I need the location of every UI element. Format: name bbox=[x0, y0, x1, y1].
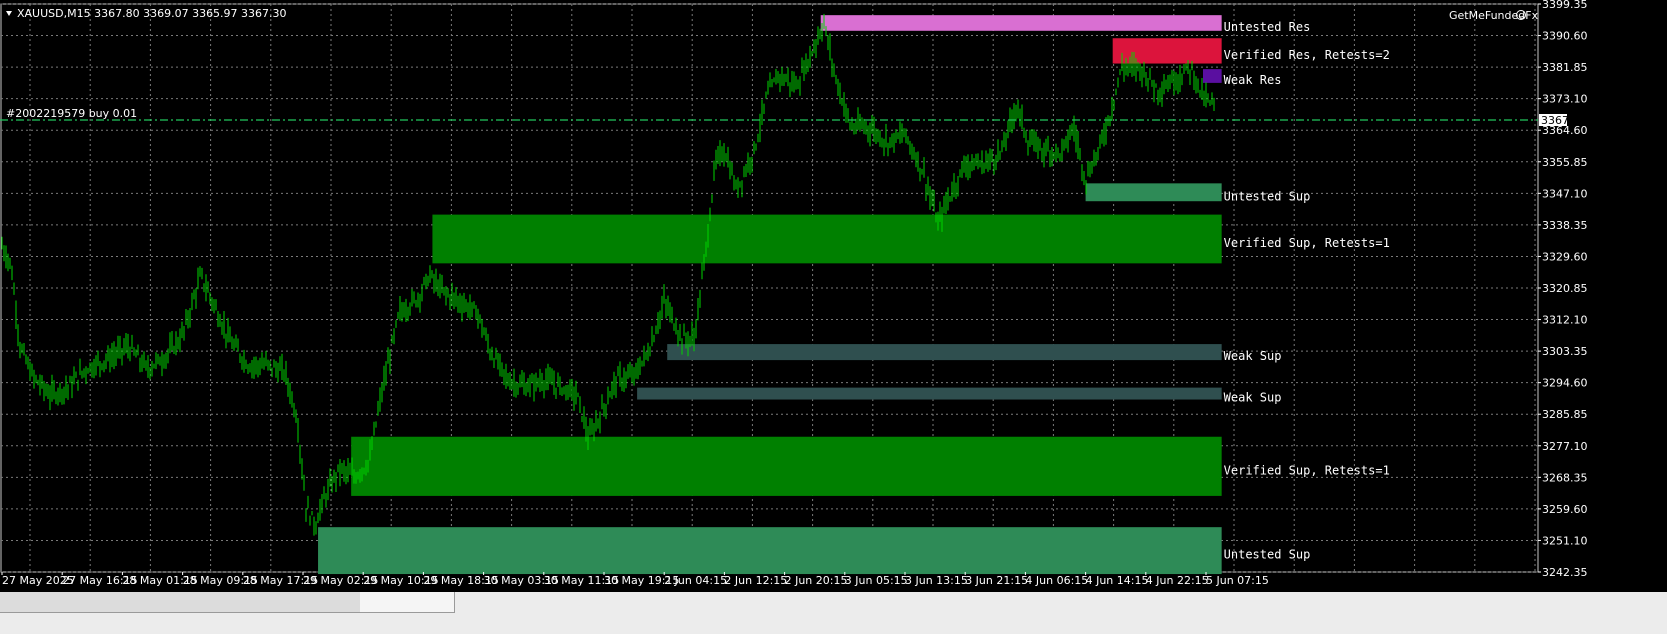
x-tick-label: 3 Jun 21:15 bbox=[965, 574, 1028, 587]
x-tick-label: 2 Jun 20:15 bbox=[785, 574, 848, 587]
y-tick-label: 3294.60 bbox=[1542, 377, 1588, 390]
current-price-label: 3367.30 bbox=[1541, 114, 1587, 127]
x-tick-label: 3 Jun 13:15 bbox=[905, 574, 968, 587]
chart-tab-active[interactable] bbox=[360, 592, 455, 613]
chart-tab[interactable] bbox=[0, 592, 91, 613]
y-tick-label: 3355.85 bbox=[1542, 156, 1588, 169]
zone-label: Weak Res bbox=[1224, 73, 1282, 87]
x-tick-label: 2 Jun 04:15 bbox=[664, 574, 727, 587]
x-tick-label: 4 Jun 06:15 bbox=[1025, 574, 1088, 587]
y-tick-label: 3242.35 bbox=[1542, 566, 1588, 579]
y-tick-label: 3285.85 bbox=[1542, 408, 1588, 421]
y-tick-label: 3338.35 bbox=[1542, 219, 1588, 232]
y-tick-label: 3312.10 bbox=[1542, 314, 1588, 327]
chart-background bbox=[0, 0, 1667, 592]
y-tick-label: 3329.60 bbox=[1542, 250, 1588, 263]
y-tick-label: 3399.35 bbox=[1542, 0, 1588, 11]
order-label: #2002219579 buy 0.01 bbox=[6, 107, 137, 120]
x-tick-label: 3 Jun 05:15 bbox=[845, 574, 908, 587]
zone-label: Untested Res bbox=[1224, 20, 1311, 34]
zone-label: Verified Sup, Retests=1 bbox=[1224, 463, 1390, 477]
y-tick-label: 3381.85 bbox=[1542, 61, 1588, 74]
time-axis: 27 May 202527 May 16:1528 May 01:1528 Ma… bbox=[1, 572, 1269, 587]
chart-tab[interactable] bbox=[178, 592, 267, 613]
y-tick-label: 3347.10 bbox=[1542, 187, 1588, 200]
zone-rect bbox=[820, 15, 1222, 31]
y-tick-label: 3320.85 bbox=[1542, 282, 1588, 295]
zone-rect bbox=[318, 527, 1222, 575]
zone-label: Weak Sup bbox=[1224, 391, 1282, 405]
zone-rect bbox=[1202, 69, 1222, 83]
symbol-header: XAUUSD,M15 3367.80 3369.07 3365.97 3367.… bbox=[17, 7, 287, 20]
x-tick-label: 4 Jun 14:15 bbox=[1086, 574, 1149, 587]
zone-label: Verified Res, Retests=2 bbox=[1224, 48, 1390, 62]
chart-tab[interactable] bbox=[90, 592, 179, 613]
y-tick-label: 3373.10 bbox=[1542, 93, 1588, 106]
zone-rect bbox=[667, 344, 1222, 361]
x-tick-label: 4 Jun 22:15 bbox=[1146, 574, 1209, 587]
zone-rect bbox=[351, 436, 1222, 496]
zone-rect bbox=[1112, 38, 1222, 64]
y-tick-label: 3268.35 bbox=[1542, 471, 1588, 484]
zone-rect bbox=[432, 214, 1222, 264]
y-tick-label: 3259.60 bbox=[1542, 503, 1588, 516]
chart-tab[interactable] bbox=[266, 592, 361, 613]
zone-label: Weak Sup bbox=[1224, 349, 1282, 363]
zone-label: Verified Sup, Retests=1 bbox=[1224, 236, 1390, 250]
x-tick-label: 5 Jun 07:15 bbox=[1206, 574, 1269, 587]
zone-rect bbox=[1085, 183, 1222, 202]
zone-label: Untested Sup bbox=[1224, 189, 1311, 203]
zone-label: Untested Sup bbox=[1224, 548, 1311, 562]
chart-tabs-bar bbox=[0, 592, 1667, 634]
y-tick-label: 3277.10 bbox=[1542, 440, 1588, 453]
y-tick-label: 3390.60 bbox=[1542, 30, 1588, 43]
price-chart[interactable]: Untested Res Verified Res, Retests=2 Weak … bbox=[0, 0, 1667, 592]
y-tick-label: 3251.10 bbox=[1542, 534, 1588, 547]
zone-rect bbox=[637, 387, 1222, 400]
y-tick-label: 3303.35 bbox=[1542, 345, 1588, 358]
x-tick-label: 2 Jun 12:15 bbox=[724, 574, 787, 587]
